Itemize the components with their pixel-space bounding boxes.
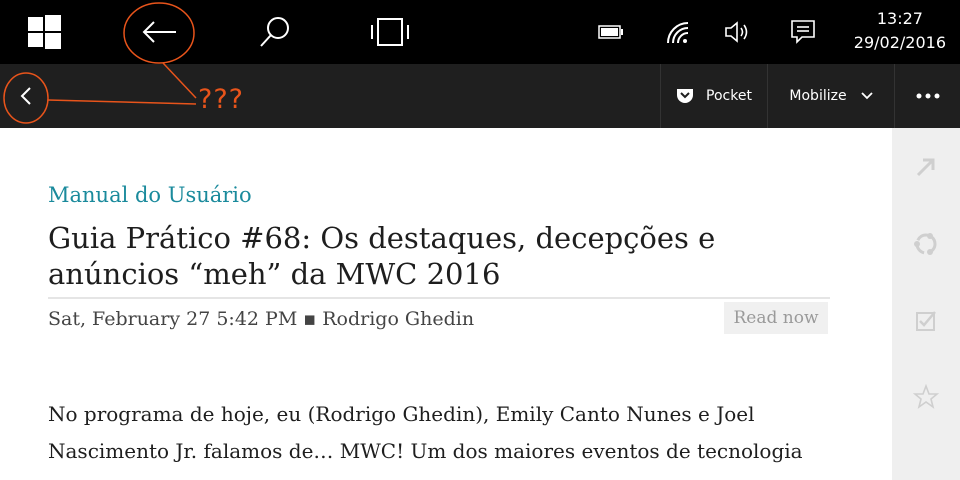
annotation-line-1 xyxy=(162,62,197,99)
annotation-text: ??? xyxy=(198,84,244,115)
share-arrow-icon[interactable] xyxy=(892,156,960,178)
side-rail xyxy=(892,128,960,480)
annotation-circle-back xyxy=(123,2,195,64)
article-category[interactable]: Manual do Usuário xyxy=(48,183,252,207)
article-body: No programa de hoje, eu (Rodrigo Ghedin)… xyxy=(48,402,803,463)
article-title: Guia Prático #68: Os destaques, decepçõe… xyxy=(48,220,830,299)
star-icon[interactable] xyxy=(892,384,960,410)
read-now-button[interactable]: Read now xyxy=(724,302,828,334)
annotation-line-2 xyxy=(47,99,197,105)
checkbox-icon[interactable] xyxy=(892,310,960,332)
sync-icon[interactable] xyxy=(892,231,960,257)
annotation-circle-chevron xyxy=(3,72,49,124)
article-meta: Sat, February 27 5:42 PM ▪ Rodrigo Ghedi… xyxy=(48,308,475,330)
